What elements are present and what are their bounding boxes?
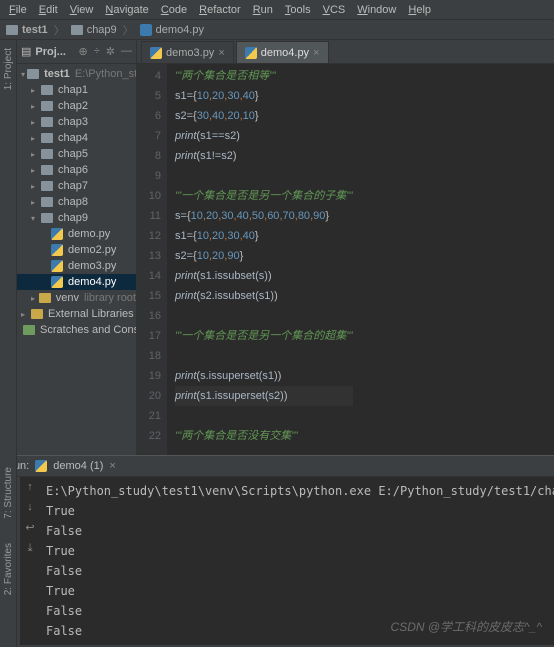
tree-file-demo.py[interactable]: demo.py: [17, 226, 136, 242]
editor-tab-demo4.py[interactable]: demo4.py ×: [236, 41, 329, 63]
tree-file-demo4.py[interactable]: demo4.py: [17, 274, 136, 290]
breadcrumb-file[interactable]: demo4.py: [156, 24, 204, 36]
divide-icon[interactable]: ÷: [94, 45, 100, 58]
menu-bar: FileEditViewNavigateCodeRefactorRunTools…: [0, 0, 554, 20]
tree-folder-chap4[interactable]: ▸ chap4: [17, 130, 136, 146]
project-switcher-icon[interactable]: ▤: [21, 45, 31, 58]
panel-title: Proj...: [35, 46, 66, 58]
menu-refactor[interactable]: Refactor: [194, 2, 246, 18]
menu-tools[interactable]: Tools: [280, 2, 316, 18]
folder-icon: [71, 25, 83, 35]
tree-venv[interactable]: ▸ venv library root: [17, 290, 136, 306]
watermark: CSDN @学工科的皮皮志^_^: [391, 618, 542, 635]
project-panel-header: ▤ Proj... ⊕ ÷ ✲ —: [17, 40, 136, 64]
close-icon[interactable]: ×: [109, 460, 115, 472]
tree-folder-chap2[interactable]: ▸ chap2: [17, 98, 136, 114]
python-file-icon: [140, 24, 152, 36]
breadcrumb: test1 〉 chap9 〉 demo4.py: [0, 20, 554, 40]
menu-window[interactable]: Window: [352, 2, 401, 18]
menu-vcs[interactable]: VCS: [318, 2, 351, 18]
tree-folder-chap6[interactable]: ▸ chap6: [17, 162, 136, 178]
tab-structure[interactable]: 7: Structure: [3, 463, 14, 523]
editor: demo3.py ×demo4.py × 4567891011121314151…: [137, 40, 554, 455]
scroll-icon[interactable]: ⤓: [28, 542, 33, 555]
breadcrumb-project[interactable]: test1: [22, 24, 48, 36]
tree-folder-chap3[interactable]: ▸ chap3: [17, 114, 136, 130]
menu-navigate[interactable]: Navigate: [100, 2, 153, 18]
menu-run[interactable]: Run: [248, 2, 278, 18]
tree-external-libraries[interactable]: ▸ External Libraries: [17, 306, 136, 322]
down-icon[interactable]: ↓: [27, 501, 33, 513]
editor-tab-demo3.py[interactable]: demo3.py ×: [141, 41, 234, 63]
project-panel: ▤ Proj... ⊕ ÷ ✲ — ▾ test1 E:\Python_stud…: [17, 40, 137, 455]
run-panel: Run: demo4 (1) × ▶ ↻ ‖ ■ ◫ ⎙ 🗑 ↑ ↓ ↩ ⤓ E…: [0, 455, 554, 645]
run-toolbar-2: ↑ ↓ ↩ ⤓: [20, 477, 40, 645]
run-config-name[interactable]: demo4 (1): [53, 460, 103, 472]
left-sidebar-bottom: 7: Structure 2: Favorites: [0, 455, 17, 647]
collapse-icon[interactable]: —: [121, 45, 132, 58]
tab-project[interactable]: 1: Project: [3, 44, 14, 94]
tree-folder-chap8[interactable]: ▸ chap8: [17, 194, 136, 210]
project-tree: ▾ test1 E:\Python_study\te▸ chap1▸ chap2…: [17, 64, 136, 340]
tree-folder-chap9[interactable]: ▾ chap9: [17, 210, 136, 226]
gutter: 45678910111213141516171819202122: [137, 64, 167, 455]
left-sidebar: 1: Project: [0, 40, 17, 455]
code[interactable]: '''两个集合是否相等'''s1={10,20,30,40}s2={30,40,…: [167, 64, 353, 455]
menu-edit[interactable]: Edit: [34, 2, 63, 18]
menu-view[interactable]: View: [65, 2, 99, 18]
menu-help[interactable]: Help: [403, 2, 436, 18]
gear-icon[interactable]: ✲: [106, 45, 115, 58]
code-area[interactable]: 45678910111213141516171819202122 '''两个集合…: [137, 64, 554, 455]
wrap-icon[interactable]: ↩: [25, 521, 34, 534]
tree-folder-chap7[interactable]: ▸ chap7: [17, 178, 136, 194]
tab-favorites[interactable]: 2: Favorites: [3, 539, 14, 599]
menu-file[interactable]: File: [4, 2, 32, 18]
tree-file-demo3.py[interactable]: demo3.py: [17, 258, 136, 274]
chevron-right-icon: 〉: [123, 22, 134, 38]
tree-root[interactable]: ▾ test1 E:\Python_study\te: [17, 66, 136, 82]
tree-folder-chap5[interactable]: ▸ chap5: [17, 146, 136, 162]
tree-scratches[interactable]: Scratches and Consoles: [17, 322, 136, 338]
chevron-right-icon: 〉: [54, 22, 65, 38]
python-file-icon: [35, 460, 47, 472]
breadcrumb-folder[interactable]: chap9: [87, 24, 117, 36]
up-icon[interactable]: ↑: [27, 481, 33, 493]
editor-tabs: demo3.py ×demo4.py ×: [137, 40, 554, 64]
tree-file-demo2.py[interactable]: demo2.py: [17, 242, 136, 258]
target-icon[interactable]: ⊕: [79, 45, 88, 58]
tree-folder-chap1[interactable]: ▸ chap1: [17, 82, 136, 98]
folder-icon: [6, 25, 18, 35]
run-panel-header: Run: demo4 (1) ×: [0, 456, 554, 477]
menu-code[interactable]: Code: [156, 2, 192, 18]
